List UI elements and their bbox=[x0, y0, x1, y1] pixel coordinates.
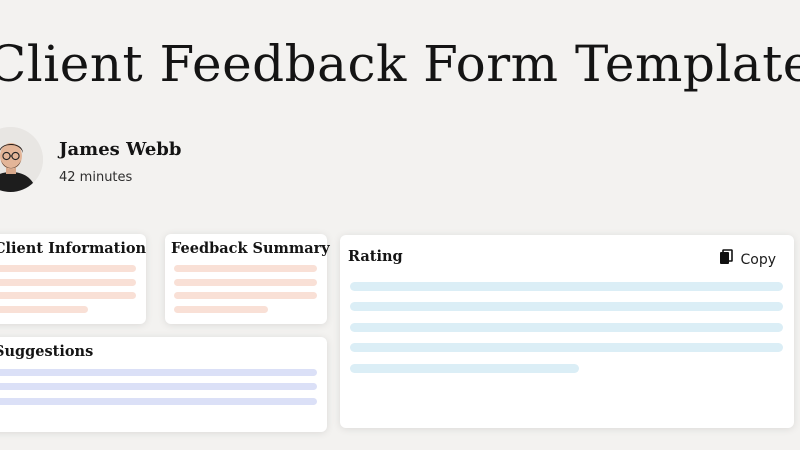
card-title: Feedback Summary bbox=[171, 240, 330, 257]
placeholder-line bbox=[350, 364, 579, 373]
placeholder-line bbox=[0, 306, 88, 313]
card-title: Suggestions bbox=[0, 343, 94, 360]
copy-label: Copy bbox=[740, 251, 776, 268]
placeholder-line bbox=[350, 282, 783, 291]
suggestions-card: Suggestions bbox=[0, 337, 327, 432]
placeholder-line bbox=[174, 279, 317, 286]
read-time: 42 minutes bbox=[59, 170, 133, 185]
client-information-card: Client Information bbox=[0, 234, 146, 324]
placeholder-line bbox=[350, 323, 783, 332]
copy-button[interactable]: Copy bbox=[719, 249, 776, 270]
placeholder-line bbox=[0, 265, 136, 272]
copy-icon bbox=[719, 249, 734, 270]
placeholder-line bbox=[0, 279, 136, 286]
placeholder-line bbox=[0, 383, 317, 390]
avatar-photo bbox=[0, 127, 43, 192]
placeholder-line bbox=[174, 265, 317, 272]
feedback-summary-card: Feedback Summary bbox=[165, 234, 330, 324]
card-title: Client Information bbox=[0, 240, 147, 257]
placeholder-line bbox=[350, 343, 783, 352]
placeholder-line bbox=[174, 306, 268, 313]
placeholder-line bbox=[174, 292, 317, 299]
placeholder-line bbox=[0, 292, 136, 299]
author-avatar bbox=[0, 127, 43, 192]
placeholder-line bbox=[350, 302, 783, 311]
placeholder-line bbox=[0, 369, 317, 376]
rating-card: Rating Copy bbox=[340, 235, 794, 428]
author-name: James Webb bbox=[59, 139, 182, 160]
placeholder-line bbox=[0, 398, 317, 405]
card-title: Rating bbox=[348, 248, 403, 265]
page-title: Client Feedback Form Template bbox=[0, 35, 800, 93]
